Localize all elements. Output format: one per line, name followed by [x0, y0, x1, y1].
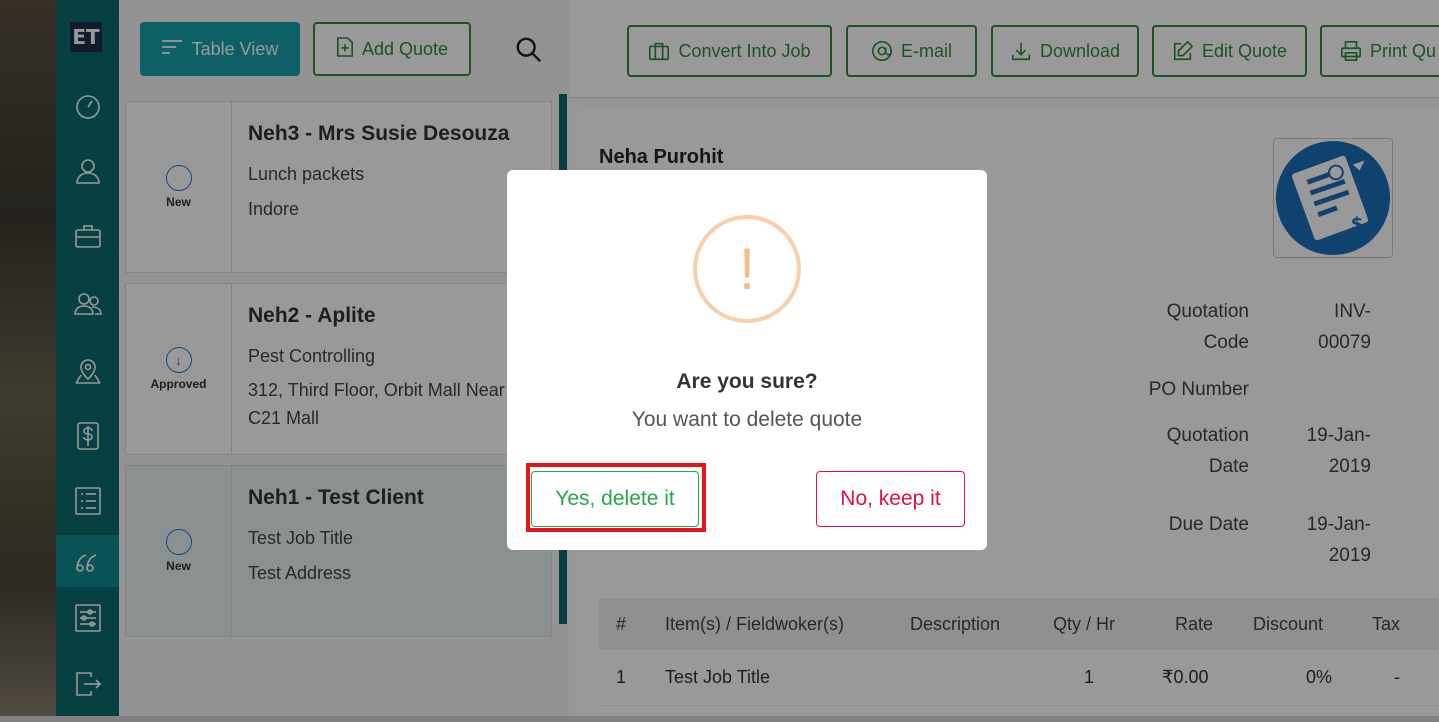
- warning-icon: !: [693, 215, 801, 323]
- dialog-text: You want to delete quote: [631, 408, 863, 431]
- confirm-delete-button[interactable]: Yes, delete it: [531, 471, 699, 527]
- dialog-title: Are you sure?: [676, 370, 818, 393]
- cancel-delete-button[interactable]: No, keep it: [816, 471, 965, 527]
- confirm-delete-dialog: ! Are you sure? You want to delete quote…: [507, 170, 987, 550]
